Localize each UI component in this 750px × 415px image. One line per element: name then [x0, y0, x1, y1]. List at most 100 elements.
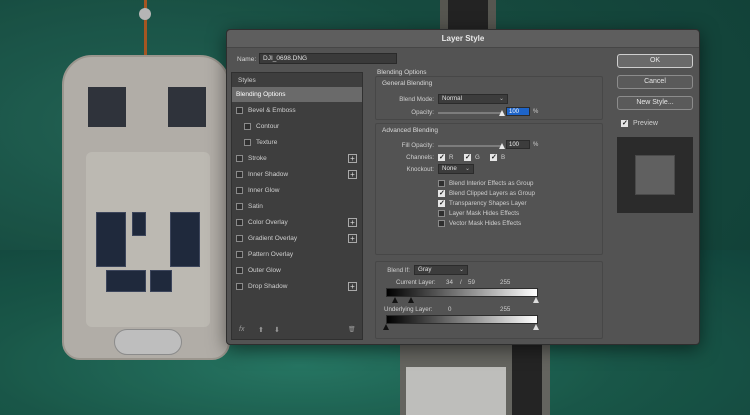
current-layer-ramp — [386, 288, 538, 297]
fill-opacity-slider-thumb[interactable] — [499, 143, 505, 149]
style-item-label: Bevel & Emboss — [248, 107, 296, 114]
ok-button[interactable]: OK — [617, 54, 693, 68]
opacity-unit: % — [533, 109, 539, 115]
chevron-down-icon: ⌄ — [464, 166, 470, 172]
current-layer-high-thumb[interactable] — [533, 297, 539, 303]
style-item-color-overlay[interactable]: Color Overlay + — [232, 215, 362, 230]
option-checkbox[interactable] — [438, 180, 445, 187]
style-item-bevel-emboss[interactable]: Bevel & Emboss — [232, 103, 362, 118]
opacity-slider-thumb[interactable] — [499, 110, 505, 116]
styles-header: Styles — [238, 77, 256, 84]
style-item-label: Satin — [248, 203, 263, 210]
fill-opacity-unit: % — [533, 142, 539, 148]
style-checkbox[interactable] — [244, 123, 251, 130]
fx-icon[interactable]: fx — [239, 326, 244, 333]
add-effect-icon[interactable]: + — [348, 234, 357, 243]
style-item-gradient-overlay[interactable]: Gradient Overlay + — [232, 231, 362, 246]
channels-label: Channels: — [406, 154, 434, 161]
fill-opacity-input[interactable]: 100 — [506, 140, 530, 149]
blend-if-group: Blend If: Gray ⌄ Current Layer: 34 / 59 … — [375, 261, 603, 339]
style-checkbox[interactable] — [236, 155, 243, 162]
advanced-blending-group: Advanced Blending Fill Opacity: 100 % Ch… — [375, 123, 603, 255]
option-checkbox[interactable] — [438, 199, 445, 207]
option-label: Vector Mask Hides Effects — [449, 220, 522, 227]
current-layer-low-thumb[interactable] — [392, 297, 398, 303]
style-item-blending-options[interactable]: Blending Options — [232, 87, 362, 102]
style-checkbox[interactable] — [236, 107, 243, 114]
opacity-label: Opacity: — [411, 109, 434, 116]
style-item-pattern-overlay[interactable]: Pattern Overlay — [232, 247, 362, 262]
blend-if-value: Gray — [418, 266, 432, 273]
style-item-inner-shadow[interactable]: Inner Shadow + — [232, 167, 362, 182]
underlying-layer-low-value: 0 — [448, 306, 452, 313]
channel-b-checkbox[interactable] — [490, 153, 497, 161]
name-label: Name: — [237, 56, 257, 63]
fill-opacity-slider[interactable] — [438, 145, 502, 147]
style-checkbox[interactable] — [236, 267, 243, 274]
channel-b-label: B — [501, 154, 506, 161]
style-item-stroke[interactable]: Stroke + — [232, 151, 362, 166]
option-label: Blend Clipped Layers as Group — [449, 190, 535, 197]
opacity-input[interactable]: 100 — [506, 107, 530, 116]
underlying-layer-high-value: 255 — [500, 306, 511, 313]
add-effect-icon[interactable]: + — [348, 282, 357, 291]
option-label: Blend Interior Effects as Group — [449, 180, 534, 187]
channel-g-checkbox[interactable] — [464, 153, 471, 161]
style-item-satin[interactable]: Satin — [232, 199, 362, 214]
channel-g-label: G — [475, 154, 480, 161]
name-field[interactable]: DJI_0698.DNG — [259, 53, 397, 64]
add-effect-icon[interactable]: + — [348, 170, 357, 179]
style-item-texture[interactable]: Texture — [232, 135, 362, 150]
chevron-down-icon: ⌄ — [458, 267, 464, 273]
style-checkbox[interactable] — [244, 139, 251, 146]
preview-checkbox[interactable] — [621, 119, 628, 127]
fill-opacity-label: Fill Opacity: — [401, 142, 434, 149]
style-checkbox[interactable] — [236, 283, 243, 290]
current-layer-high-value: 255 — [500, 279, 511, 286]
cancel-button[interactable]: Cancel — [617, 75, 693, 89]
current-layer-separator: / — [460, 279, 462, 286]
channel-r-label: R — [449, 154, 454, 161]
blend-mode-select[interactable]: Normal ⌄ — [438, 94, 508, 104]
preview-thumbnail — [617, 137, 693, 213]
general-blending-group: General Blending Blend Mode: Normal ⌄ Op… — [375, 76, 603, 120]
style-item-label: Pattern Overlay — [248, 251, 294, 258]
current-layer-low-value: 34 — [446, 279, 453, 286]
style-item-contour[interactable]: Contour — [232, 119, 362, 134]
blend-mode-value: Normal — [442, 95, 462, 102]
move-up-icon[interactable]: ⬆ — [258, 326, 264, 334]
style-item-outer-glow[interactable]: Outer Glow — [232, 263, 362, 278]
style-item-label: Texture — [256, 139, 278, 146]
style-checkbox[interactable] — [236, 187, 243, 194]
style-checkbox[interactable] — [236, 251, 243, 258]
style-item-label: Gradient Overlay — [248, 235, 298, 242]
move-down-icon[interactable]: ⬇ — [274, 326, 280, 334]
style-checkbox[interactable] — [236, 235, 243, 242]
add-effect-icon[interactable]: + — [348, 218, 357, 227]
opacity-slider[interactable] — [438, 112, 502, 114]
underlying-layer-low-thumb[interactable] — [383, 324, 389, 330]
blend-if-select[interactable]: Gray ⌄ — [414, 265, 468, 275]
preview-label: Preview — [633, 120, 658, 127]
option-checkbox[interactable] — [438, 220, 445, 227]
underlying-layer-high-thumb[interactable] — [533, 324, 539, 330]
style-checkbox[interactable] — [236, 219, 243, 226]
new-style-button[interactable]: New Style... — [617, 96, 693, 110]
general-blending-title: General Blending — [382, 80, 433, 87]
trash-icon[interactable]: 🗑 — [348, 326, 356, 333]
blend-if-label: Blend If: — [387, 267, 410, 274]
advanced-blending-title: Advanced Blending — [382, 127, 439, 134]
current-layer-split-value: 59 — [468, 279, 475, 286]
channel-r-checkbox[interactable] — [438, 153, 445, 161]
style-checkbox[interactable] — [236, 171, 243, 178]
current-layer-split-thumb[interactable] — [408, 297, 414, 303]
option-checkbox[interactable] — [438, 189, 445, 197]
style-item-drop-shadow[interactable]: Drop Shadow + — [232, 279, 362, 294]
knockout-select[interactable]: None ⌄ — [438, 164, 474, 174]
option-checkbox[interactable] — [438, 210, 445, 217]
style-item-inner-glow[interactable]: Inner Glow — [232, 183, 362, 198]
layer-style-dialog: Layer Style Name: DJI_0698.DNG Styles Bl… — [226, 29, 700, 345]
style-item-label: Stroke — [248, 155, 267, 162]
style-checkbox[interactable] — [236, 203, 243, 210]
add-effect-icon[interactable]: + — [348, 154, 357, 163]
